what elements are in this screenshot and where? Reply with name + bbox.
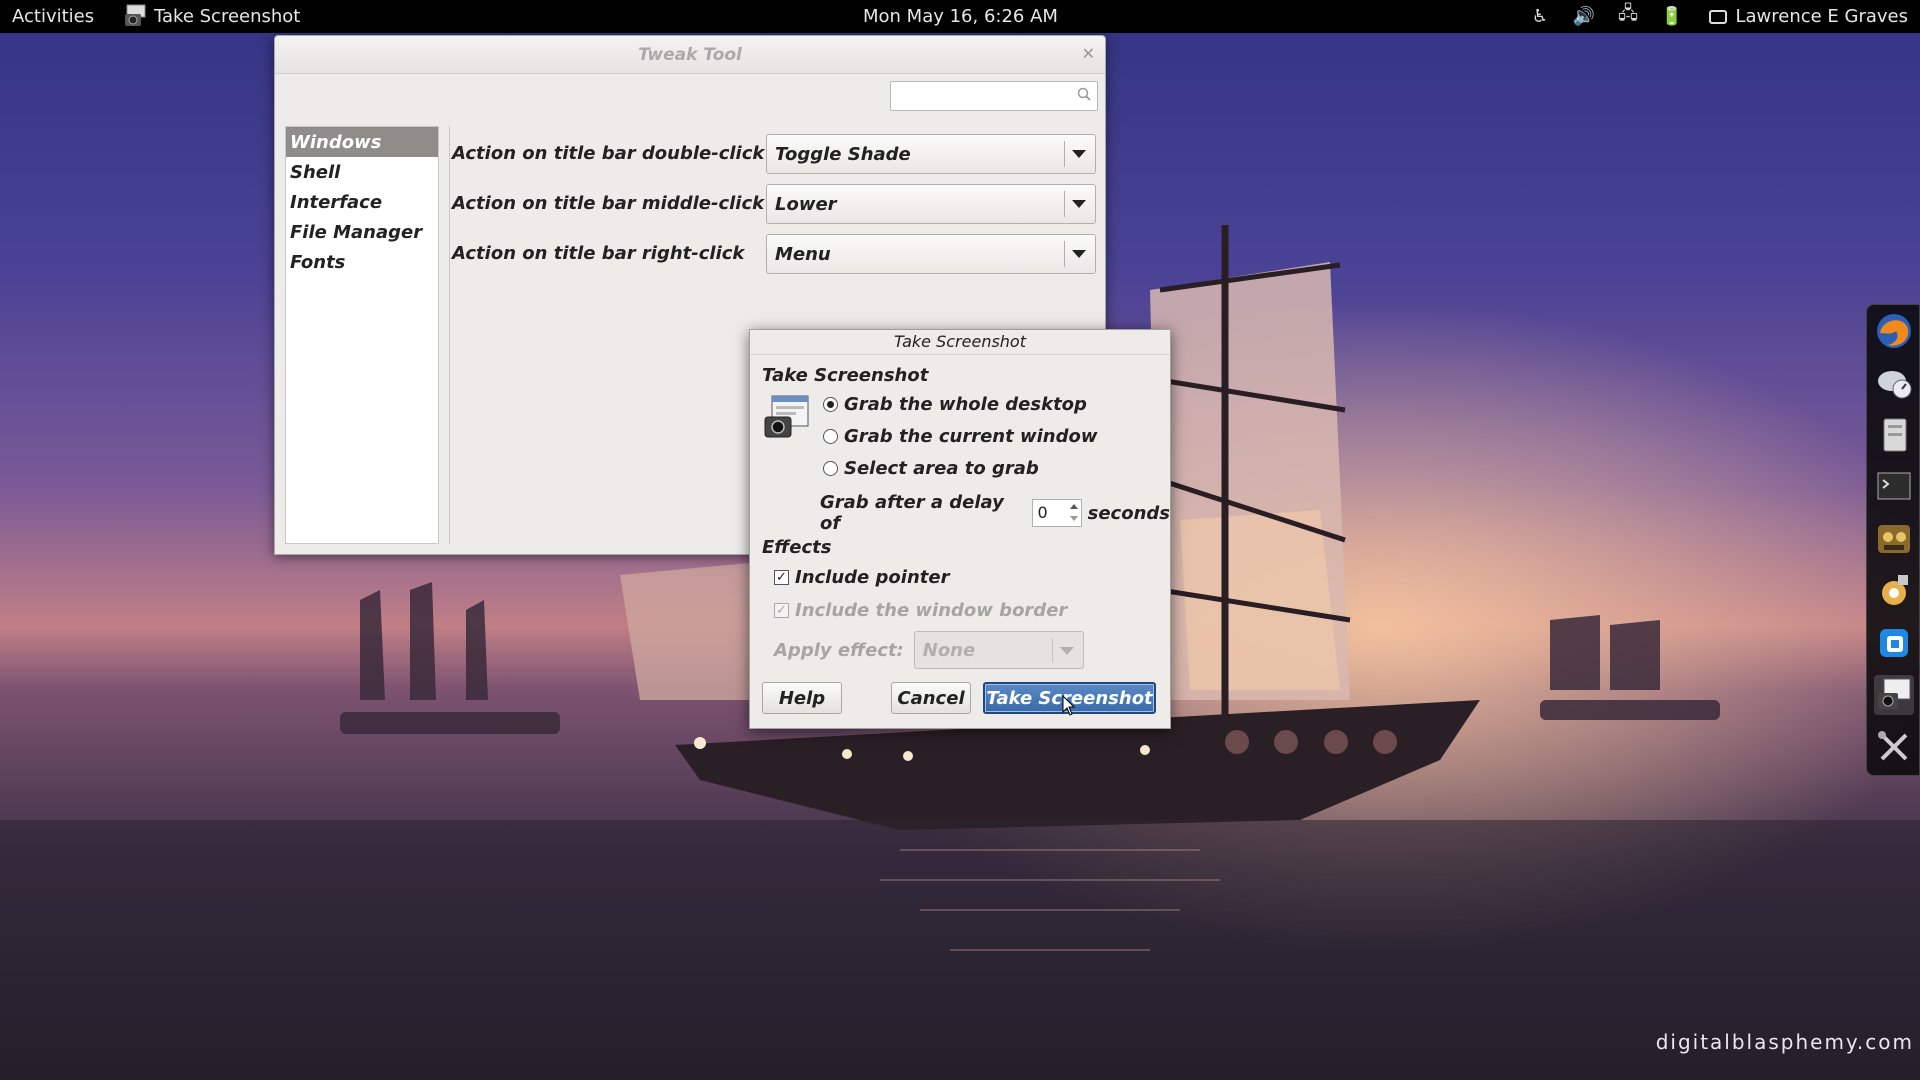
take-screenshot-dialog: Take Screenshot Take Screenshot Grab the… bbox=[749, 329, 1171, 729]
apply-effect-row: Apply effect: None bbox=[774, 631, 1084, 669]
setting-label: Action on title bar middle-click bbox=[452, 193, 765, 214]
checkbox-label: Include pointer bbox=[795, 567, 950, 588]
terminal-icon[interactable] bbox=[1874, 467, 1914, 507]
dropdown-value: None bbox=[922, 640, 976, 661]
setting-row: Action on title bar double-click Toggle … bbox=[450, 134, 1100, 174]
sidebar-item-shell[interactable]: Shell bbox=[286, 157, 438, 187]
chevron-down-icon bbox=[1059, 647, 1074, 655]
chevron-down-icon bbox=[1072, 250, 1086, 258]
dropdown-separator bbox=[1051, 638, 1053, 662]
option-select-area[interactable]: Select area to grab bbox=[823, 458, 1039, 479]
dropdown-value: Menu bbox=[775, 244, 831, 265]
sidebar-item-interface[interactable]: Interface bbox=[286, 187, 438, 217]
search-input[interactable] bbox=[890, 81, 1098, 111]
clock[interactable]: Mon May 16, 6:26 AM bbox=[863, 6, 1058, 27]
delay-label: Grab after a delay of bbox=[820, 492, 1004, 534]
tweak-titlebar[interactable]: Tweak Tool bbox=[275, 36, 1105, 74]
setting-row: Action on title bar middle-click Lower bbox=[450, 184, 1100, 224]
sidebar-item-file-manager[interactable]: File Manager bbox=[286, 217, 438, 247]
sidebar-item-fonts[interactable]: Fonts bbox=[286, 247, 438, 277]
radio-button-selected[interactable] bbox=[823, 397, 838, 412]
delay-unit: seconds bbox=[1087, 502, 1170, 524]
radio-button[interactable] bbox=[823, 461, 838, 476]
update-icon[interactable] bbox=[1874, 571, 1914, 611]
activities-button[interactable]: Activities bbox=[12, 6, 94, 27]
include-border-option: ✓ Include the window border bbox=[774, 600, 1067, 621]
accessibility-icon[interactable]: ♿ bbox=[1528, 5, 1552, 27]
top-panel: Activities Take Screenshot Mon May 16, 6… bbox=[0, 0, 1920, 33]
increment-arrow-icon[interactable] bbox=[1069, 504, 1078, 509]
camera-icon bbox=[124, 4, 150, 28]
dash-dock bbox=[1866, 304, 1920, 776]
volume-icon[interactable]: 🔊 bbox=[1572, 5, 1596, 27]
screenshot-icon[interactable] bbox=[1874, 675, 1914, 715]
wallpaper-watermark: digitalblasphemy.com bbox=[1655, 1030, 1914, 1054]
section-heading-take: Take Screenshot bbox=[762, 365, 929, 386]
firefox-icon[interactable] bbox=[1874, 311, 1914, 351]
right-click-action-dropdown[interactable]: Menu bbox=[766, 234, 1096, 274]
dropdown-separator bbox=[1064, 241, 1065, 267]
screenshot-app-icon bbox=[764, 395, 809, 438]
virtualbox-icon[interactable] bbox=[1874, 623, 1914, 663]
disk-usage-icon[interactable] bbox=[1874, 363, 1914, 403]
cancel-button[interactable]: Cancel bbox=[891, 682, 971, 714]
game-icon[interactable] bbox=[1874, 519, 1914, 559]
setting-row: Action on title bar right-click Menu bbox=[450, 234, 1100, 274]
option-whole-desktop[interactable]: Grab the whole desktop bbox=[823, 394, 1087, 415]
mouse-cursor-icon bbox=[1062, 695, 1076, 716]
setting-label: Action on title bar right-click bbox=[452, 243, 745, 264]
files-icon[interactable] bbox=[1874, 415, 1914, 455]
system-tray: ♿ 🔊 🖧 🔋 bbox=[1528, 3, 1684, 27]
tweak-tool-icon[interactable] bbox=[1874, 727, 1914, 767]
dropdown-separator bbox=[1064, 191, 1065, 217]
radio-button[interactable] bbox=[823, 429, 838, 444]
dialog-title[interactable]: Take Screenshot bbox=[750, 330, 1170, 355]
setting-label: Action on title bar double-click bbox=[452, 143, 765, 164]
tweak-title: Tweak Tool bbox=[638, 44, 742, 65]
delay-row: Grab after a delay of 0 seconds bbox=[820, 492, 1170, 534]
close-icon[interactable]: ✕ bbox=[1082, 44, 1095, 63]
dropdown-value: Toggle Shade bbox=[775, 144, 911, 165]
dropdown-separator bbox=[1064, 141, 1065, 167]
decrement-arrow-icon[interactable] bbox=[1069, 516, 1078, 521]
category-list: Windows Shell Interface File Manager Fon… bbox=[285, 126, 439, 544]
section-heading-effects: Effects bbox=[762, 537, 832, 558]
delay-value: 0 bbox=[1037, 503, 1048, 522]
apply-effect-dropdown: None bbox=[913, 631, 1084, 669]
delay-spinner[interactable]: 0 bbox=[1032, 499, 1082, 527]
include-pointer-option[interactable]: ✓ Include pointer bbox=[774, 567, 949, 588]
chat-status-icon bbox=[1709, 9, 1728, 24]
include-border-checkbox: ✓ bbox=[774, 603, 789, 618]
user-menu[interactable]: Lawrence E Graves bbox=[1709, 6, 1908, 27]
app-menu[interactable]: Take Screenshot bbox=[124, 4, 300, 28]
include-pointer-checkbox[interactable]: ✓ bbox=[774, 570, 789, 585]
chevron-down-icon bbox=[1072, 150, 1086, 158]
chevron-down-icon bbox=[1072, 200, 1086, 208]
option-label: Select area to grab bbox=[844, 458, 1039, 479]
double-click-action-dropdown[interactable]: Toggle Shade bbox=[766, 134, 1096, 174]
option-current-window[interactable]: Grab the current window bbox=[823, 426, 1097, 447]
help-button[interactable]: Help bbox=[762, 682, 842, 714]
middle-click-action-dropdown[interactable]: Lower bbox=[766, 184, 1096, 224]
option-label: Grab the whole desktop bbox=[844, 394, 1087, 415]
apply-effect-label: Apply effect: bbox=[774, 639, 904, 661]
user-name: Lawrence E Graves bbox=[1735, 6, 1908, 27]
battery-icon[interactable]: 🔋 bbox=[1660, 5, 1684, 27]
network-icon[interactable]: 🖧 bbox=[1616, 3, 1640, 27]
sidebar-item-windows[interactable]: Windows bbox=[286, 127, 438, 157]
app-menu-label: Take Screenshot bbox=[154, 5, 301, 27]
search-icon bbox=[1077, 87, 1091, 101]
dropdown-value: Lower bbox=[775, 194, 837, 215]
checkbox-label: Include the window border bbox=[795, 600, 1068, 621]
option-label: Grab the current window bbox=[844, 426, 1098, 447]
